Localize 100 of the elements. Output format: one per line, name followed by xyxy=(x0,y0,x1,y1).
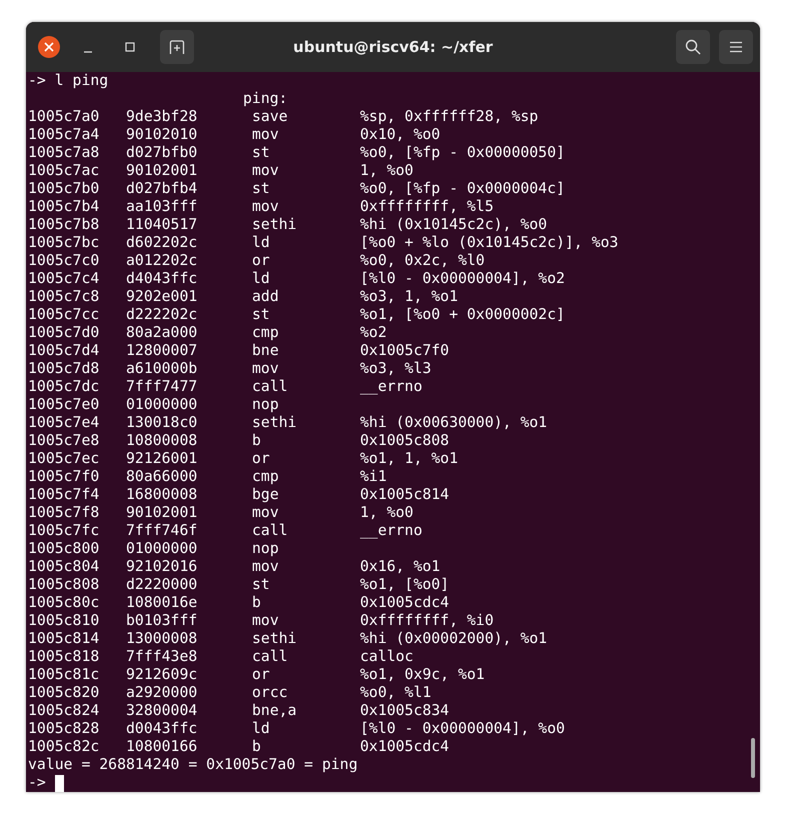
address-text: 1005c7f4 xyxy=(28,486,100,504)
operand-text: 0xffffffff, %i0 xyxy=(360,612,495,630)
mnemonic-text: mov xyxy=(252,558,280,576)
mnemonic-text: nop xyxy=(252,540,280,558)
operand-text: 0x1005c834 xyxy=(360,702,450,720)
mnemonic-text: b xyxy=(252,738,262,756)
search-icon xyxy=(685,39,701,55)
mnemonic-text: or xyxy=(252,450,271,468)
mnemonic-text: st xyxy=(252,576,271,594)
mnemonic-text: mov xyxy=(252,360,280,378)
operand-text: %o0, [%fp - 0x0000004c] xyxy=(360,180,566,198)
address-text: 1005c824 xyxy=(28,702,100,720)
operand-text: [%l0 - 0x00000004], %o2 xyxy=(360,270,566,288)
opcode-text: 90102001 xyxy=(126,162,198,180)
address-text: 1005c7c8 xyxy=(28,288,100,306)
opcode-text: 7fff43e8 xyxy=(126,648,198,666)
address-text: 1005c7d0 xyxy=(28,324,100,342)
address-text: 1005c804 xyxy=(28,558,100,576)
opcode-text: b0103fff xyxy=(126,612,198,630)
operand-text: %i1 xyxy=(360,468,388,486)
opcode-text: 11040517 xyxy=(126,216,198,234)
address-text: 1005c7ac xyxy=(28,162,100,180)
close-icon xyxy=(43,41,55,53)
new-tab-button[interactable] xyxy=(160,30,194,64)
address-text: 1005c7fc xyxy=(28,522,100,540)
address-text: 1005c828 xyxy=(28,720,100,738)
address-text: 1005c7e8 xyxy=(28,432,100,450)
mnemonic-text: bne xyxy=(252,342,280,360)
address-text: 1005c820 xyxy=(28,684,100,702)
mnemonic-text: mov xyxy=(252,162,280,180)
maximize-icon xyxy=(125,42,135,52)
opcode-text: a2920000 xyxy=(126,684,198,702)
mnemonic-text: ld xyxy=(252,234,271,252)
operand-text: %sp, 0xffffff28, %sp xyxy=(360,108,540,126)
operand-text: 1, %o0 xyxy=(360,162,414,180)
operand-text: %o1, [%o0 + 0x0000002c] xyxy=(360,306,566,324)
mnemonic-text: or xyxy=(252,252,271,270)
mnemonic-text: sethi xyxy=(252,216,298,234)
mnemonic-text: ld xyxy=(252,720,271,738)
opcode-text: 130018c0 xyxy=(126,414,198,432)
symbol-label: ping: xyxy=(243,90,288,107)
opcode-text: 9202e001 xyxy=(126,288,198,306)
opcode-text: 90102010 xyxy=(126,126,198,144)
opcode-text: d4043ffc xyxy=(126,270,198,288)
opcode-text: 9212609c xyxy=(126,666,198,684)
operand-text: %o0, 0x2c, %l0 xyxy=(360,252,486,270)
operand-text: 1, %o0 xyxy=(360,504,414,522)
mnemonic-text: save xyxy=(252,108,289,126)
opcode-text: d602202c xyxy=(126,234,198,252)
scrollbar[interactable] xyxy=(751,738,755,778)
search-button[interactable] xyxy=(676,30,710,64)
operand-text: 0x1005c814 xyxy=(360,486,450,504)
address-text: 1005c7c4 xyxy=(28,270,100,288)
mnemonic-text: mov xyxy=(252,504,280,522)
address-text: 1005c818 xyxy=(28,648,100,666)
opcode-text: 10800166 xyxy=(126,738,198,756)
close-button[interactable] xyxy=(38,36,60,58)
mnemonic-text: call xyxy=(252,378,289,396)
menu-button[interactable] xyxy=(719,30,753,64)
address-text: 1005c7d8 xyxy=(28,360,100,378)
address-text: 1005c7dc xyxy=(28,378,100,396)
address-text: 1005c7a4 xyxy=(28,126,100,144)
mnemonic-text: b xyxy=(252,432,262,450)
operand-text: 0x16, %o1 xyxy=(360,558,442,576)
opcode-text: 1080016e xyxy=(126,594,198,612)
address-text: 1005c7a8 xyxy=(28,144,100,162)
opcode-text: 7fff746f xyxy=(126,522,198,540)
operand-text: 0x1005cdc4 xyxy=(360,738,450,756)
address-text: 1005c81c xyxy=(28,666,100,684)
mnemonic-text: st xyxy=(252,144,271,162)
address-text: 1005c7b4 xyxy=(28,198,100,216)
opcode-text: d222202c xyxy=(126,306,198,324)
operand-text: [%l0 - 0x00000004], %o0 xyxy=(360,720,566,738)
opcode-text: 16800008 xyxy=(126,486,198,504)
address-text: 1005c82c xyxy=(28,738,100,756)
address-text: 1005c7b0 xyxy=(28,180,100,198)
opcode-text: a610000b xyxy=(126,360,198,378)
operand-text: %o1, 0x9c, %o1 xyxy=(360,666,486,684)
operand-text: 0xffffffff, %l5 xyxy=(360,198,495,216)
mnemonic-text: call xyxy=(252,648,289,666)
operand-text: [%o0 + %lo (0x10145c2c)], %o3 xyxy=(360,234,620,252)
mnemonic-text: or xyxy=(252,666,271,684)
operand-text: %hi (0x00002000), %o1 xyxy=(360,630,548,648)
operand-text: __errno xyxy=(360,378,424,396)
mnemonic-text: sethi xyxy=(252,630,298,648)
command-text: -> l ping xyxy=(28,72,108,89)
address-text: 1005c800 xyxy=(28,540,100,558)
address-text: 1005c7bc xyxy=(28,234,100,252)
minimize-icon xyxy=(84,51,92,53)
address-text: 1005c7e0 xyxy=(28,396,100,414)
opcode-text: 92102016 xyxy=(126,558,198,576)
opcode-text: d0043ffc xyxy=(126,720,198,738)
mnemonic-text: call xyxy=(252,522,289,540)
operand-text: 0x1005c7f0 xyxy=(360,342,450,360)
opcode-text: d2220000 xyxy=(126,576,198,594)
opcode-text: a012202c xyxy=(126,252,198,270)
mnemonic-text: ld xyxy=(252,270,271,288)
prompt-text: -> xyxy=(28,774,46,792)
opcode-text: 32800004 xyxy=(126,702,198,720)
operand-text: %hi (0x00630000), %o1 xyxy=(360,414,548,432)
